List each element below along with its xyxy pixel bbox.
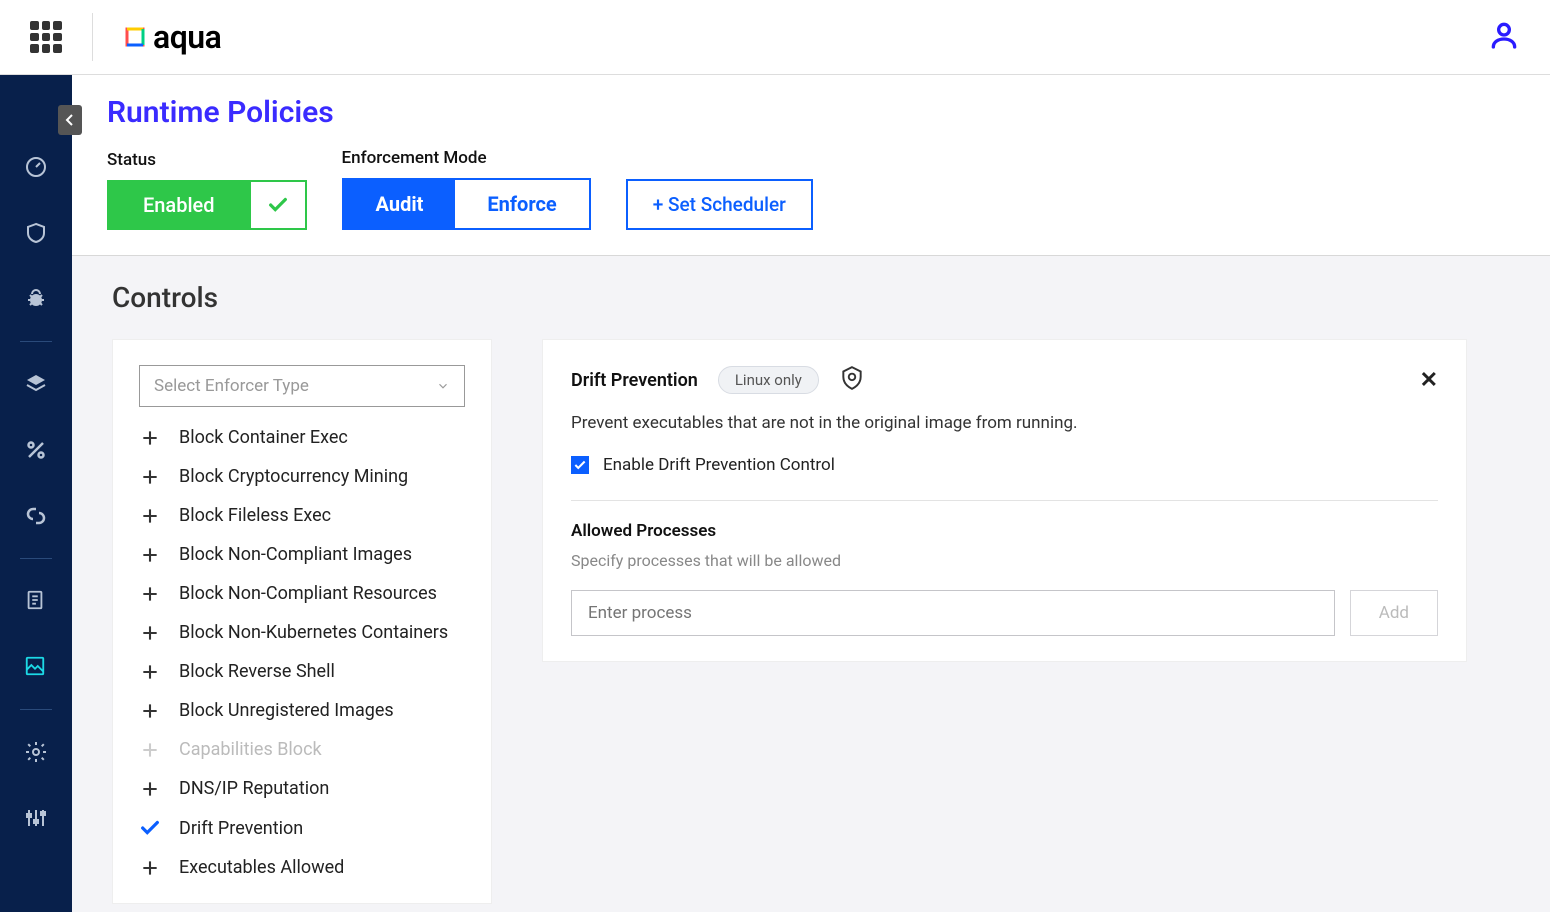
header-divider [92,13,93,61]
control-item[interactable]: Block Non-Compliant Resources [139,583,465,604]
aqua-logo-icon [123,25,147,49]
plus-icon [139,740,161,760]
nav-shield-icon[interactable] [24,221,48,245]
controls-panel: Select Enforcer Type Block Container Exe… [112,339,492,904]
mode-audit-button[interactable]: Audit [344,180,456,228]
plus-icon [139,623,161,643]
plus-icon [139,506,161,526]
nav-bug-icon[interactable] [24,287,48,311]
brand-logo[interactable]: aqua [123,18,221,56]
detail-title: Drift Prevention [571,370,698,391]
sidebar-collapse-button[interactable] [58,105,82,135]
sidebar-divider [20,709,52,710]
control-item[interactable]: Capabilities Block [139,739,465,760]
enforcer-shield-icon [839,365,865,395]
plus-icon [139,701,161,721]
nav-link-icon[interactable] [24,504,48,528]
enforcer-type-select[interactable]: Select Enforcer Type [139,365,465,407]
control-item[interactable]: Block Non-Kubernetes Containers [139,622,465,643]
enforcer-placeholder: Select Enforcer Type [154,376,309,396]
control-item[interactable]: Block Non-Compliant Images [139,544,465,565]
os-badge: Linux only [718,366,819,394]
add-process-button[interactable]: Add [1350,590,1438,636]
nav-layers-icon[interactable] [24,372,48,396]
sidebar-nav [0,75,72,912]
mode-enforce-button[interactable]: Enforce [455,180,588,228]
status-toggle[interactable]: Enabled [107,180,307,230]
plus-icon [139,428,161,448]
plus-icon [139,858,161,878]
control-detail-panel: Drift Prevention Linux only ✕ Prevent ex… [542,339,1467,662]
chevron-down-icon [436,379,450,393]
plus-icon [139,467,161,487]
app-header: aqua [0,0,1550,75]
brand-name: aqua [153,18,221,56]
plus-icon [139,545,161,565]
user-profile-icon[interactable] [1488,19,1520,55]
nav-settings-icon[interactable] [24,740,48,764]
status-check-icon [250,181,306,229]
nav-sliders-icon[interactable] [24,806,48,830]
plus-icon [139,662,161,682]
main-content: Runtime Policies Status Enabled Enforcem… [72,75,1550,912]
control-item-label: Capabilities Block [179,739,322,760]
allowed-processes-title: Allowed Processes [571,521,1438,541]
control-item[interactable]: Drift Prevention [139,817,465,839]
control-item[interactable]: Block Unregistered Images [139,700,465,721]
enforcement-label: Enforcement Mode [342,148,591,168]
page-title: Runtime Policies [107,95,1515,130]
status-value: Enabled [108,181,250,229]
control-item[interactable]: Block Reverse Shell [139,661,465,682]
control-item-label: Block Non-Kubernetes Containers [179,622,448,643]
control-item-label: Block Non-Compliant Resources [179,583,437,604]
page-header: Runtime Policies Status Enabled Enforcem… [72,75,1550,256]
nav-dashboard-icon[interactable] [24,155,48,179]
detail-divider [571,500,1438,501]
plus-icon [139,779,161,799]
nav-images-icon[interactable] [24,655,48,679]
control-item-label: Executables Allowed [179,857,344,878]
control-list: Block Container Exec Block Cryptocurrency… [131,427,473,878]
control-item-label: Drift Prevention [179,818,303,839]
set-scheduler-button[interactable]: + Set Scheduler [626,179,813,230]
control-item[interactable]: DNS/IP Reputation [139,778,465,799]
control-item-label: Block Fileless Exec [179,505,331,526]
detail-description: Prevent executables that are not in the … [571,413,1438,433]
nav-percent-icon[interactable] [24,438,48,462]
control-item-label: Block Container Exec [179,427,348,448]
control-item-label: Block Cryptocurrency Mining [179,466,408,487]
control-item-label: DNS/IP Reputation [179,778,329,799]
close-detail-button[interactable]: ✕ [1420,368,1438,393]
control-item[interactable]: Block Fileless Exec [139,505,465,526]
content-area: Controls Select Enforcer Type Block Cont… [72,256,1550,912]
sidebar-divider [20,558,52,559]
sidebar-divider [20,341,52,342]
control-item[interactable]: Block Cryptocurrency Mining [139,466,465,487]
check-icon [139,817,161,839]
process-input[interactable] [571,590,1335,636]
allowed-processes-desc: Specify processes that will be allowed [571,551,1438,570]
enable-drift-checkbox[interactable] [571,456,589,474]
control-item-label: Block Reverse Shell [179,661,335,682]
enforcement-mode-toggle: Audit Enforce [342,178,591,230]
enable-drift-label: Enable Drift Prevention Control [603,455,835,475]
plus-icon [139,584,161,604]
control-item[interactable]: Block Container Exec [139,427,465,448]
control-item-label: Block Unregistered Images [179,700,394,721]
control-item[interactable]: Executables Allowed [139,857,465,878]
control-item-label: Block Non-Compliant Images [179,544,412,565]
status-label: Status [107,150,307,170]
apps-grid-icon[interactable] [30,21,62,53]
nav-file-icon[interactable] [24,589,48,613]
controls-section-title: Controls [112,281,1510,314]
header-left: aqua [30,13,221,61]
